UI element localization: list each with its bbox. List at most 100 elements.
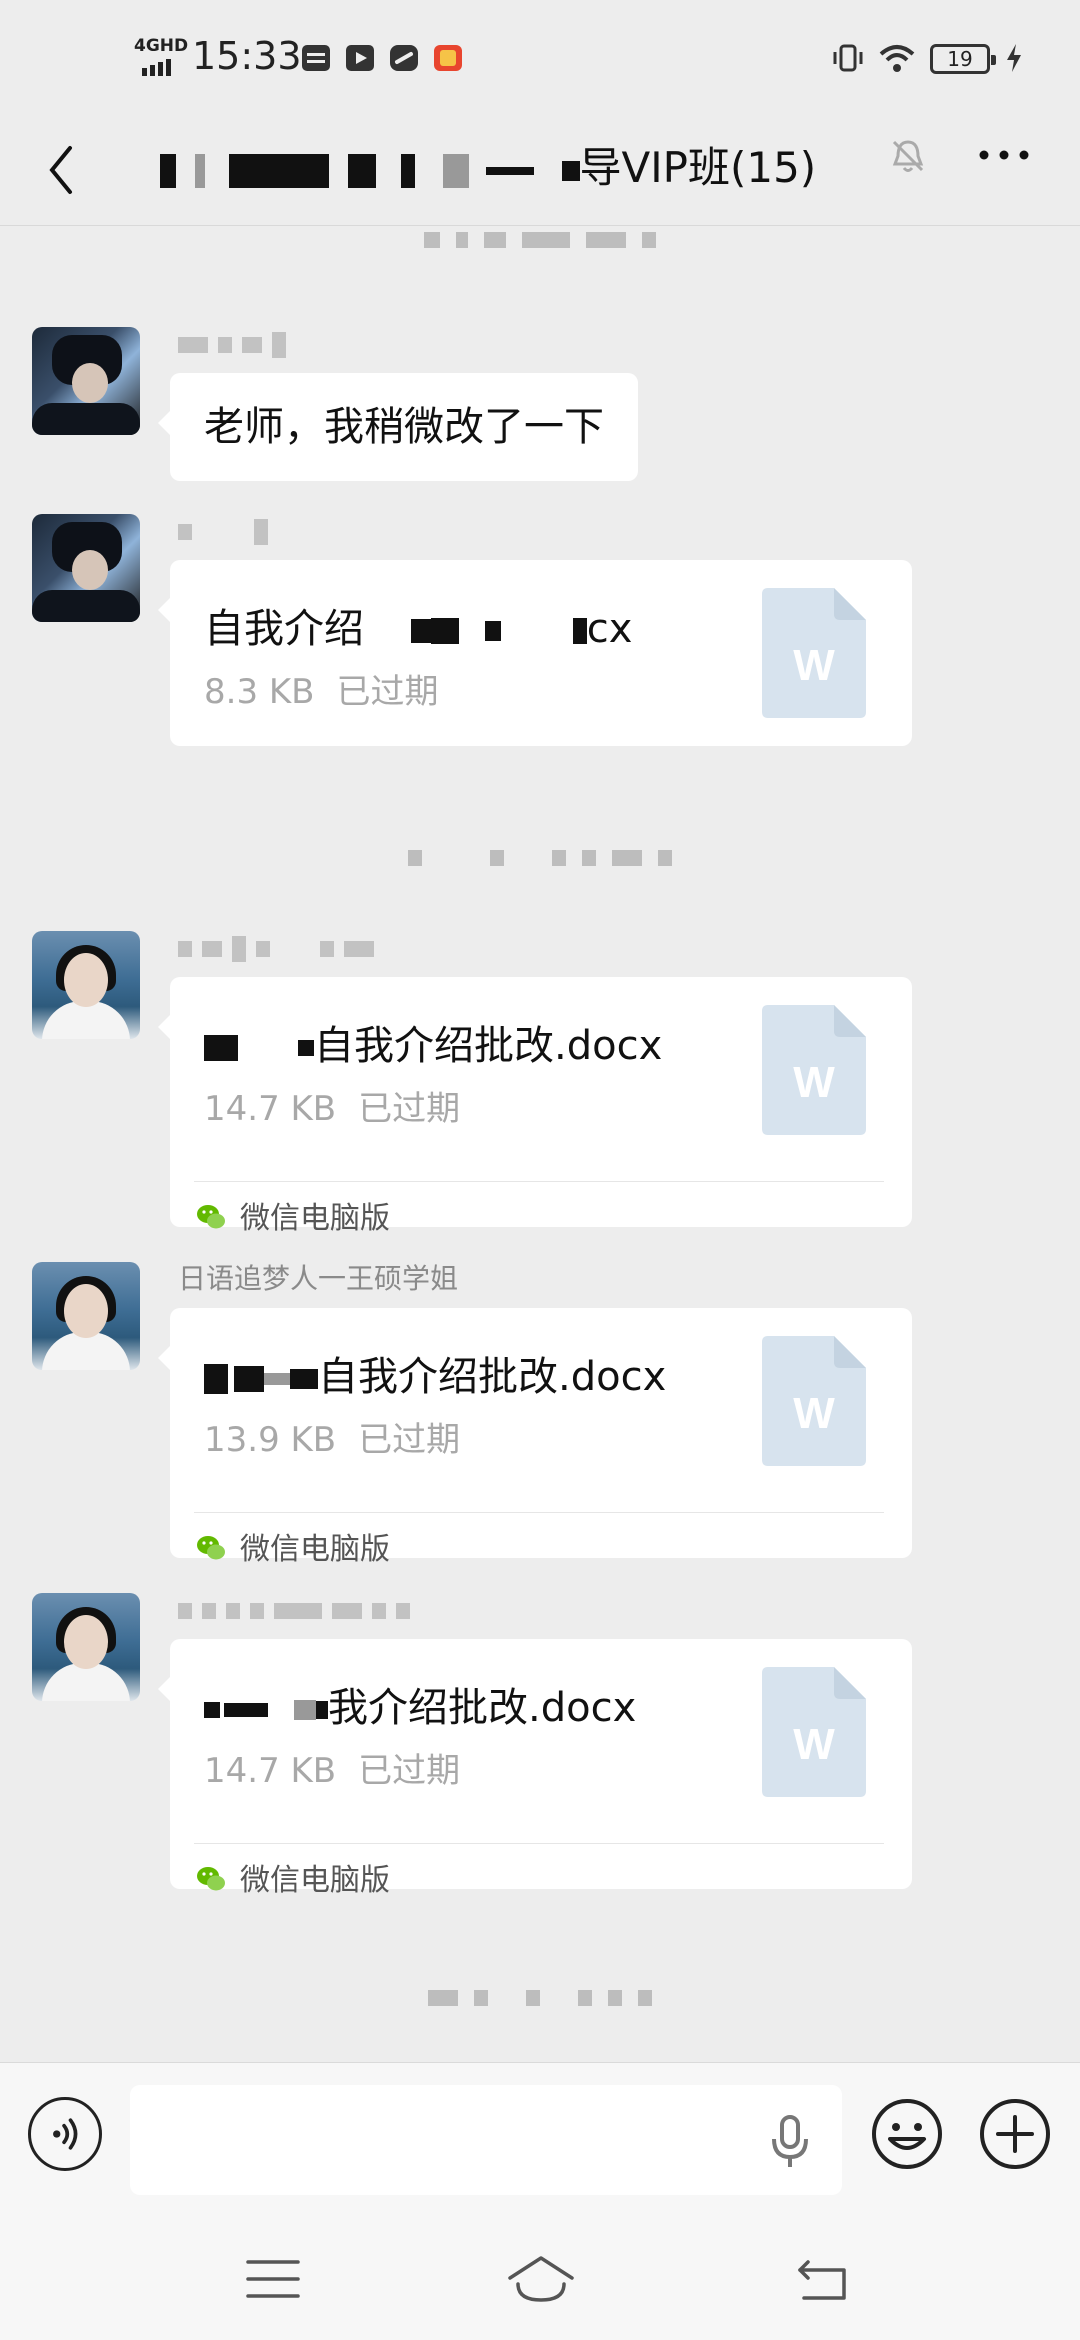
file-size: 14.7 KB <box>204 1089 337 1129</box>
file-meta: 14.7 KB 已过期 <box>204 1081 460 1130</box>
svg-text:W: W <box>793 1720 835 1769</box>
sender-name: 日语追梦人一王硕学姐 <box>178 1262 459 1295</box>
timestamp-redacted <box>0 847 1080 877</box>
file-source-label: 微信电脑版 <box>240 1863 390 1898</box>
sender-name <box>178 327 296 361</box>
redaction <box>224 1703 268 1717</box>
sender-name <box>178 514 278 548</box>
chat-title-text: 导VIP班(15) <box>579 143 817 192</box>
text-bubble[interactable]: 老师，我稍微改了一下 <box>158 373 638 481</box>
avatar[interactable] <box>32 931 140 1039</box>
file-status: 已过期 <box>358 1420 461 1460</box>
redaction <box>290 1369 318 1389</box>
divider <box>194 1181 884 1182</box>
timestamp-redacted <box>0 1987 1080 2017</box>
avatar[interactable] <box>32 514 140 622</box>
file-name-text: 自我介绍批改.docx <box>318 1354 667 1400</box>
file-name: 自我介绍 cx <box>204 596 632 654</box>
home-icon[interactable] <box>506 2254 576 2304</box>
wechat-icon <box>197 1204 225 1228</box>
message-list[interactable]: 老师，我稍微改了一下 自我介绍 cx 8.3 KB 已过期 W 自我介绍批改.d… <box>0 227 1080 2062</box>
redaction <box>410 619 431 643</box>
message-input[interactable] <box>130 2085 842 2195</box>
file-size: 13.9 KB <box>204 1420 337 1460</box>
status-bar: 4GHD 15:33 19 <box>0 0 1080 110</box>
wechat-icon <box>197 1535 225 1559</box>
charging-icon <box>1007 44 1021 72</box>
file-size: 14.7 KB <box>204 1751 337 1791</box>
file-source-label: 微信电脑版 <box>240 1532 390 1567</box>
svg-text:W: W <box>793 1058 835 1107</box>
emoji-icon[interactable] <box>870 2097 944 2171</box>
file-card[interactable]: 自我介绍批改.docx 13.9 KB 已过期 W 微信电脑版 <box>158 1308 912 1567</box>
avatar[interactable] <box>32 327 140 435</box>
clock: 15:33 <box>192 34 302 78</box>
message-item: 我介绍批改.docx 14.7 KB 已过期 W 微信电脑版 <box>0 1593 1080 1898</box>
redaction <box>195 153 206 188</box>
redaction <box>234 1366 264 1392</box>
wechat-icon <box>197 1866 225 1890</box>
redaction <box>204 1364 228 1394</box>
avatar[interactable] <box>32 1262 140 1370</box>
file-source: 微信电脑版 <box>196 1528 390 1572</box>
file-size: 8.3 KB <box>204 672 315 712</box>
svg-text:W: W <box>793 641 835 690</box>
redaction <box>316 1701 328 1719</box>
input-bar <box>0 2062 1080 2214</box>
plus-icon[interactable] <box>978 2097 1052 2171</box>
file-card[interactable]: 自我介绍 cx 8.3 KB 已过期 W <box>158 560 912 746</box>
sender-name <box>178 1593 420 1627</box>
chat-title: 导VIP班(15) <box>160 140 880 196</box>
redaction <box>561 160 580 181</box>
file-source: 微信电脑版 <box>196 1859 390 1903</box>
file-name-text: cx <box>586 606 633 652</box>
back-arrow-icon[interactable] <box>40 140 84 200</box>
message-item: 自我介绍 cx 8.3 KB 已过期 W <box>0 514 1080 746</box>
menu-icon[interactable] <box>246 2258 300 2300</box>
divider <box>194 1512 884 1513</box>
file-card[interactable]: 我介绍批改.docx 14.7 KB 已过期 W 微信电脑版 <box>158 1639 912 1898</box>
network-indicator: 4GHD <box>134 38 188 55</box>
file-card[interactable]: 自我介绍批改.docx 14.7 KB 已过期 W 微信电脑版 <box>158 977 912 1236</box>
system-nav-bar <box>0 2214 1080 2340</box>
vibrate-icon <box>833 44 863 72</box>
file-name: 自我介绍批改.docx <box>204 1013 662 1071</box>
more-options-icon[interactable] <box>976 140 1032 170</box>
battery-indicator: 19 <box>930 44 996 74</box>
svg-text:W: W <box>793 1389 835 1438</box>
wifi-icon <box>879 45 915 72</box>
redaction <box>572 618 587 644</box>
redaction <box>298 1040 314 1056</box>
voice-toggle-icon[interactable] <box>28 2097 102 2171</box>
notes-app-icon <box>302 45 330 71</box>
file-name-text: 自我介绍 <box>204 606 364 652</box>
word-file-icon: W <box>762 588 866 718</box>
file-name-text: 自我介绍批改.docx <box>314 1023 663 1069</box>
file-status: 已过期 <box>358 1751 461 1791</box>
message-item: 自我介绍批改.docx 14.7 KB 已过期 W 微信电脑版 <box>0 931 1080 1236</box>
back-icon[interactable] <box>796 2256 850 2302</box>
file-meta: 13.9 KB 已过期 <box>204 1412 460 1461</box>
signal-icon <box>142 59 171 76</box>
microphone-icon[interactable] <box>768 2113 812 2169</box>
network-label: 4GHD <box>134 36 189 56</box>
file-meta: 8.3 KB 已过期 <box>204 664 439 713</box>
avatar[interactable] <box>32 1593 140 1701</box>
sender-name <box>178 931 384 965</box>
file-status: 已过期 <box>336 672 439 712</box>
divider <box>194 1843 884 1844</box>
file-name-text: 我介绍批改.docx <box>328 1685 637 1731</box>
video-app-icon <box>346 45 374 71</box>
file-meta: 14.7 KB 已过期 <box>204 1743 460 1792</box>
redaction <box>401 153 416 188</box>
file-status: 已过期 <box>358 1089 461 1129</box>
redaction <box>204 1702 220 1718</box>
file-name: 我介绍批改.docx <box>204 1675 636 1733</box>
redaction <box>264 1373 290 1385</box>
file-source-label: 微信电脑版 <box>240 1201 390 1236</box>
word-file-icon: W <box>762 1667 866 1797</box>
redaction <box>442 153 469 188</box>
word-file-icon: W <box>762 1336 866 1466</box>
redaction <box>294 1700 316 1720</box>
redaction <box>430 618 459 644</box>
